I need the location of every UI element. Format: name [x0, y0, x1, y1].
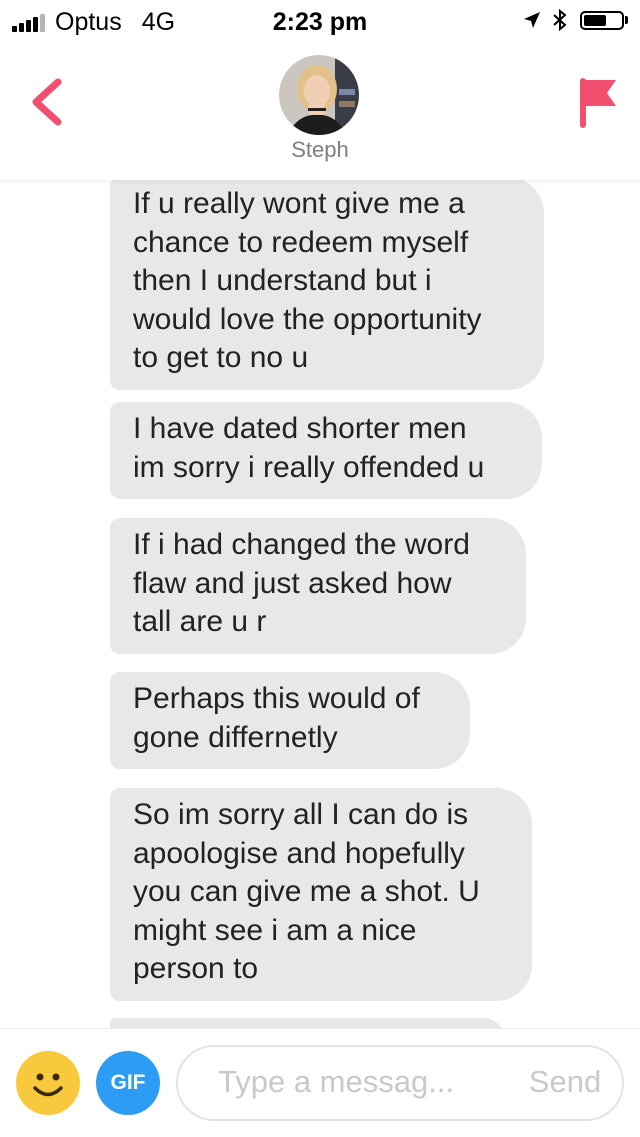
message-line: might see i am a nice — [133, 913, 417, 947]
message-line: Perhaps this would of — [133, 682, 420, 715]
message-line: I have dated shorter men — [133, 412, 467, 445]
smiley-icon[interactable] — [16, 1051, 80, 1115]
contact-avatar[interactable] — [279, 55, 359, 135]
location-arrow-icon — [524, 12, 540, 28]
message-bubble: If u really wont give me a chance to red… — [110, 180, 544, 390]
message-list[interactable]: If u really wont give me a chance to red… — [0, 180, 640, 1028]
message-line: chance to redeem myself — [133, 225, 469, 259]
message-bubble: I have dated shorter men im sorry i real… — [110, 402, 542, 499]
message-line: you can give me a shot. U — [133, 875, 480, 908]
message-line: If u really wont give me a — [133, 187, 465, 220]
message-line: tall are u r — [133, 605, 267, 638]
message-line: flaw and just asked how — [133, 566, 452, 600]
gif-button[interactable]: GIF — [96, 1051, 160, 1115]
message-line: If i had changed the word — [133, 528, 470, 561]
battery-icon — [580, 10, 624, 30]
message-line: would love the opportunity — [133, 302, 482, 336]
chat-header: Steph — [0, 42, 640, 180]
battery-nub — [625, 16, 628, 24]
contact-name[interactable]: Steph — [0, 137, 640, 163]
message-line: then I understand but i — [133, 264, 432, 297]
message-line: to get to no u — [133, 341, 309, 374]
message-line: So im sorry all I can do is — [133, 798, 469, 831]
message-bubble: If i had changed the word flaw and just … — [110, 518, 526, 654]
message-placeholder: Type a messag... — [218, 1064, 455, 1099]
report-flag-icon[interactable] — [576, 74, 620, 130]
send-button[interactable]: Send — [520, 1046, 610, 1118]
message-line: gone differnetly — [133, 720, 338, 754]
message-line: im sorry i really offended u — [133, 450, 485, 484]
message-line: apoologise and hopefully — [133, 836, 465, 870]
message-line: person to — [133, 952, 259, 985]
partial-message-bubble — [110, 1018, 504, 1028]
back-chevron-icon[interactable] — [28, 78, 68, 126]
status-right — [522, 8, 628, 32]
bluetooth-icon — [553, 8, 567, 32]
status-bar: Optus 4G 2:23 pm — [0, 0, 640, 42]
message-bubble: Perhaps this would of gone differnetly — [110, 672, 470, 769]
smiley-face-icon — [33, 1073, 63, 1097]
message-bubble: So im sorry all I can do is apoologise a… — [110, 788, 532, 1001]
